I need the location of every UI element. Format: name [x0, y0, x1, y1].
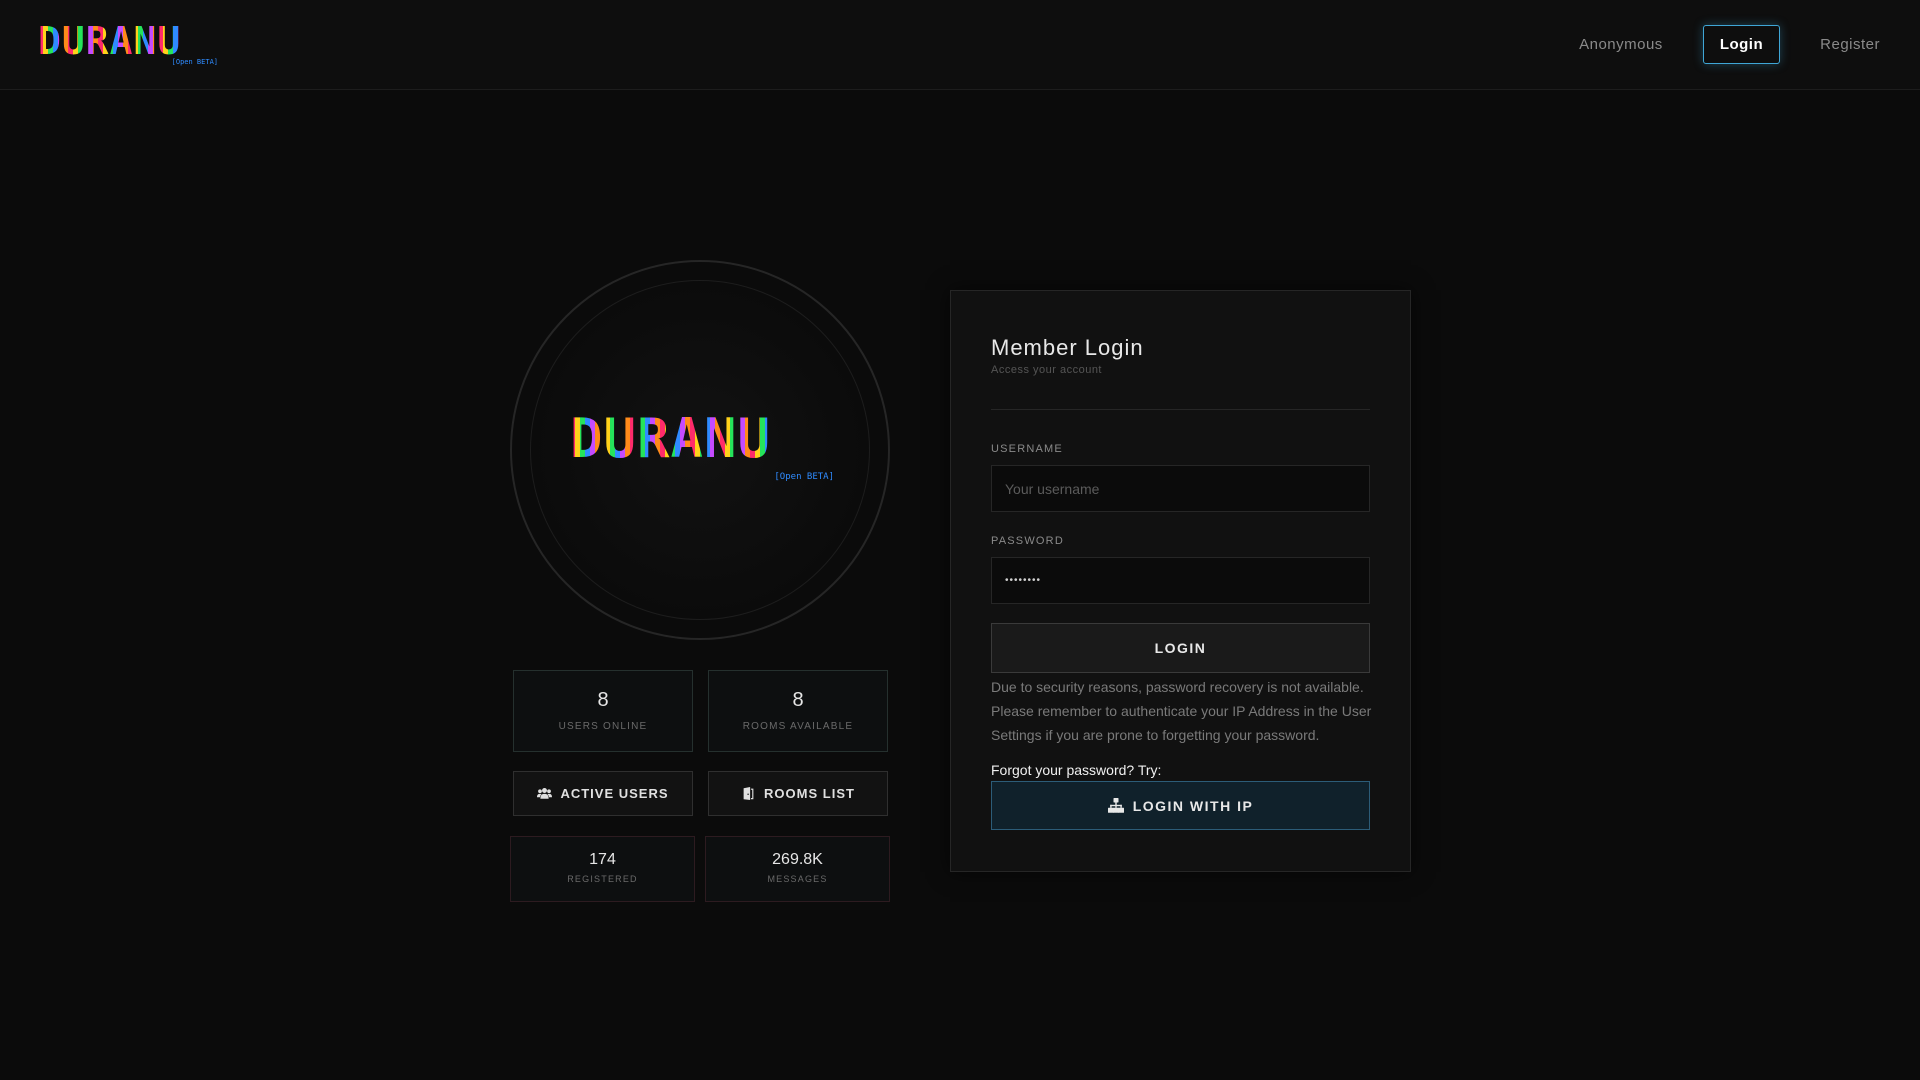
login-with-ip-label: LOGIN WITH IP [1132, 797, 1254, 814]
top-navbar: DURANU [Open BETA] Anonymous Login Regis… [0, 0, 1920, 90]
stat-registered: 174 REGISTERED [510, 836, 695, 902]
password-label: PASSWORD [991, 535, 1064, 547]
nav-register[interactable]: Register [1820, 36, 1880, 53]
nav-links: Anonymous Login Register [1579, 25, 1880, 64]
active-users-label: ACTIVE USERS [560, 786, 669, 801]
card-divider [991, 409, 1370, 410]
forgot-password-text: Forgot your password? Try: [991, 762, 1162, 778]
password-recovery-notice: Due to security reasons, password recove… [991, 679, 1372, 743]
hero-beta-tag: [Open BETA] [774, 472, 834, 482]
stat-users-online: 8 USERS ONLINE [513, 670, 693, 752]
stat-value: 8 [792, 689, 804, 711]
brand-beta-tag: [Open BETA] [171, 58, 218, 66]
stat-label: REGISTERED [567, 874, 638, 884]
door-icon [743, 787, 754, 800]
card-subtitle: Access your account [991, 364, 1102, 376]
stat-value: 269.8K [772, 851, 823, 868]
hero-logo-text: DURANU [570, 412, 834, 466]
login-with-ip-button[interactable]: LOGIN WITH IP [991, 781, 1370, 830]
active-users-button[interactable]: ACTIVE USERS [513, 771, 693, 816]
stat-label: USERS ONLINE [558, 721, 648, 732]
rooms-list-button[interactable]: ROOMS LIST [708, 771, 888, 816]
hero-logo: DURANU [Open BETA] [570, 412, 834, 483]
stat-value: 174 [589, 851, 616, 868]
password-input[interactable] [991, 557, 1370, 604]
stat-label: MESSAGES [767, 874, 828, 884]
card-title: Member Login [991, 335, 1144, 360]
login-submit-button[interactable]: LOGIN [991, 623, 1370, 673]
users-icon [537, 788, 553, 799]
brand-logo-text: DURANU [38, 22, 218, 60]
member-login-card: Member Login Access your account USERNAM… [950, 290, 1411, 872]
nav-login[interactable]: Login [1702, 25, 1781, 64]
rooms-list-label: ROOMS LIST [764, 786, 855, 801]
username-label: USERNAME [991, 443, 1063, 455]
stat-rooms-available: 8 ROOMS AVAILABLE [708, 670, 888, 752]
stat-messages: 269.8K MESSAGES [705, 836, 890, 902]
username-input[interactable] [991, 465, 1370, 512]
brand-logo[interactable]: DURANU [Open BETA] [38, 22, 218, 68]
network-icon [1107, 798, 1124, 813]
stat-label: ROOMS AVAILABLE [742, 721, 854, 732]
hero-circle: DURANU [Open BETA] [510, 260, 890, 640]
stat-value: 8 [597, 689, 609, 711]
nav-anonymous[interactable]: Anonymous [1579, 36, 1663, 53]
